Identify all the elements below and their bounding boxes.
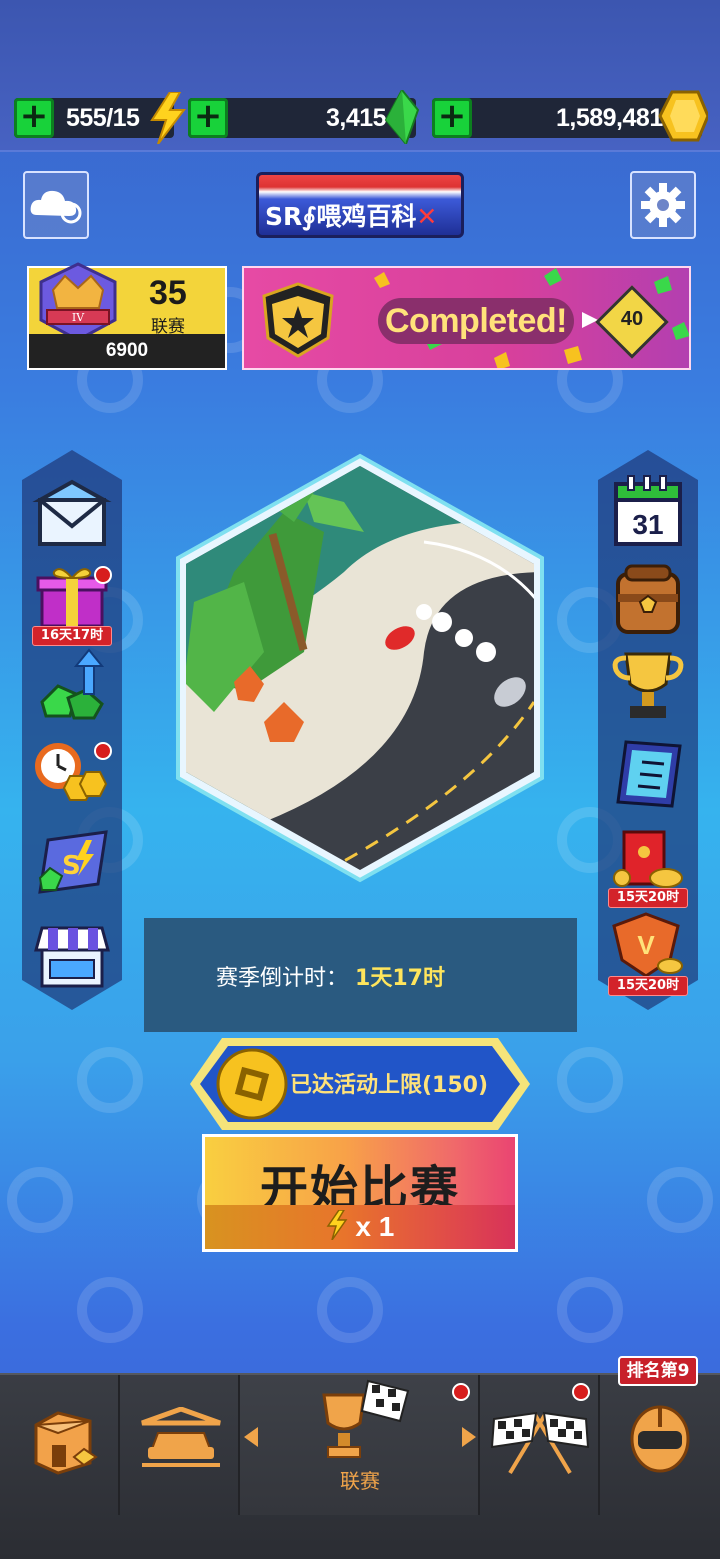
lightning-icon xyxy=(150,92,186,144)
red-envelope-timer: 15天20时 xyxy=(608,888,688,908)
gem-counter: + 3,415 xyxy=(188,90,420,144)
challenge-status-text: Completed! xyxy=(385,302,568,340)
challenge-card[interactable]: Completed! 40 xyxy=(242,266,691,370)
star-shield-icon xyxy=(262,282,334,358)
energy-value: 555/15 xyxy=(66,104,140,132)
league-score: 6900 xyxy=(29,334,225,368)
vip-shield-icon: V xyxy=(612,912,683,978)
coin-limit-text: 已达活动上限(150) xyxy=(290,1073,489,1098)
red-envelope-icon xyxy=(613,830,683,888)
nav-prev-arrow-icon[interactable] xyxy=(244,1427,260,1447)
season-countdown-value: 1天17时 xyxy=(355,966,445,991)
garage-car-icon xyxy=(141,1407,221,1467)
time-coins-button[interactable] xyxy=(32,736,112,816)
mail-button[interactable] xyxy=(32,478,112,558)
warehouse-box-icon xyxy=(34,1411,98,1475)
vip-timer: 15天20时 xyxy=(608,976,688,996)
racer-helmet-icon xyxy=(630,1405,690,1473)
coin-value: 1,589,481 xyxy=(556,104,663,132)
nav-league[interactable]: 联赛 xyxy=(240,1375,480,1515)
coin-limit-banner: 已达活动上限(150) xyxy=(188,1036,532,1132)
vip-button[interactable]: V 15天20时 xyxy=(608,912,688,996)
trophy-icon xyxy=(612,652,684,718)
envelope-icon xyxy=(32,479,112,546)
race-notification-dot xyxy=(572,1383,590,1401)
add-coins-button[interactable]: + xyxy=(432,98,472,138)
svg-text:31: 31 xyxy=(632,509,663,540)
league-crown-badge-icon: IV xyxy=(39,262,117,342)
svg-text:IV: IV xyxy=(72,311,85,324)
season-pass-button[interactable]: S xyxy=(32,830,112,910)
red-envelope-button[interactable]: 15天20时 xyxy=(608,828,688,908)
add-energy-button[interactable]: + xyxy=(14,98,54,138)
start-race-cost-value: x 1 xyxy=(355,1211,395,1242)
calendar-icon: 31 xyxy=(614,475,682,546)
gift-button[interactable]: 16天17时 xyxy=(32,562,112,646)
add-gems-button[interactable]: + xyxy=(188,98,228,138)
season-countdown-text: 赛季倒计时： 1天17时 xyxy=(216,960,445,992)
nav-league-label: 联赛 xyxy=(340,1469,380,1493)
nav-next-arrow-icon[interactable] xyxy=(460,1427,476,1447)
track-preview[interactable] xyxy=(174,452,546,884)
league-trophy-flag-icon xyxy=(322,1379,410,1458)
league-card[interactable]: IV 35 联赛 6900 xyxy=(27,262,227,370)
challenge-status-pill: Completed! xyxy=(378,298,574,344)
gem-upgrade-button[interactable] xyxy=(32,646,112,726)
bottom-navigation: 联赛 xyxy=(0,1373,720,1559)
start-race-button[interactable]: 开始比赛 x 1 xyxy=(202,1134,518,1252)
backpack-button[interactable] xyxy=(608,560,688,640)
shop-button[interactable] xyxy=(32,922,112,1002)
trophy-button[interactable] xyxy=(608,648,688,728)
league-notification-dot xyxy=(452,1383,470,1401)
league-number: 35 xyxy=(149,274,187,312)
gem-upgrade-arrow-icon xyxy=(40,648,105,720)
community-banner[interactable]: SR∮喂鸡百科✕ xyxy=(256,172,464,238)
banner-text: SR∮喂鸡百科✕ xyxy=(265,202,438,231)
cloud-sync-button[interactable] xyxy=(23,171,89,239)
storefront-icon xyxy=(34,926,110,988)
backpack-icon xyxy=(616,564,680,634)
time-coins-notification-dot xyxy=(94,742,112,760)
calendar-button[interactable]: 31 xyxy=(608,474,688,554)
checklist-icon xyxy=(616,740,682,808)
coin-counter: + 1,589,481 xyxy=(432,90,708,142)
energy-counter: + 555/15 xyxy=(14,92,186,144)
svg-text:V: V xyxy=(637,930,655,960)
checklist-button[interactable] xyxy=(608,736,688,816)
resource-bar: + 555/15 + 3,415 + 1,589,481 xyxy=(0,0,720,152)
nav-garage[interactable] xyxy=(120,1375,240,1515)
gift-notification-dot xyxy=(94,566,112,584)
season-countdown: 赛季倒计时： 1天17时 xyxy=(144,918,577,1032)
gold-coin-icon xyxy=(658,90,708,142)
green-gem-icon xyxy=(384,90,420,144)
nav-profile[interactable] xyxy=(600,1375,720,1515)
season-countdown-label: 赛季倒计时： xyxy=(216,966,349,991)
gift-timer: 16天17时 xyxy=(32,626,112,646)
energy-cost-lightning-icon xyxy=(326,1209,348,1241)
settings-button[interactable] xyxy=(630,171,696,239)
gear-icon xyxy=(641,183,685,227)
close-x-icon: ✕ xyxy=(416,202,438,231)
rank-badge: 排名第9 xyxy=(618,1356,698,1386)
gem-value: 3,415 xyxy=(326,104,387,132)
crossed-checkered-flags-icon xyxy=(490,1411,590,1475)
nav-warehouse[interactable] xyxy=(0,1375,120,1515)
nav-race[interactable] xyxy=(480,1375,600,1515)
svg-text:S: S xyxy=(62,851,81,881)
reward-amount: 40 xyxy=(620,308,644,330)
cloud-sync-icon xyxy=(30,190,82,224)
season-pass-card-icon: S xyxy=(38,830,108,894)
start-race-cost: x 1 xyxy=(205,1209,515,1243)
